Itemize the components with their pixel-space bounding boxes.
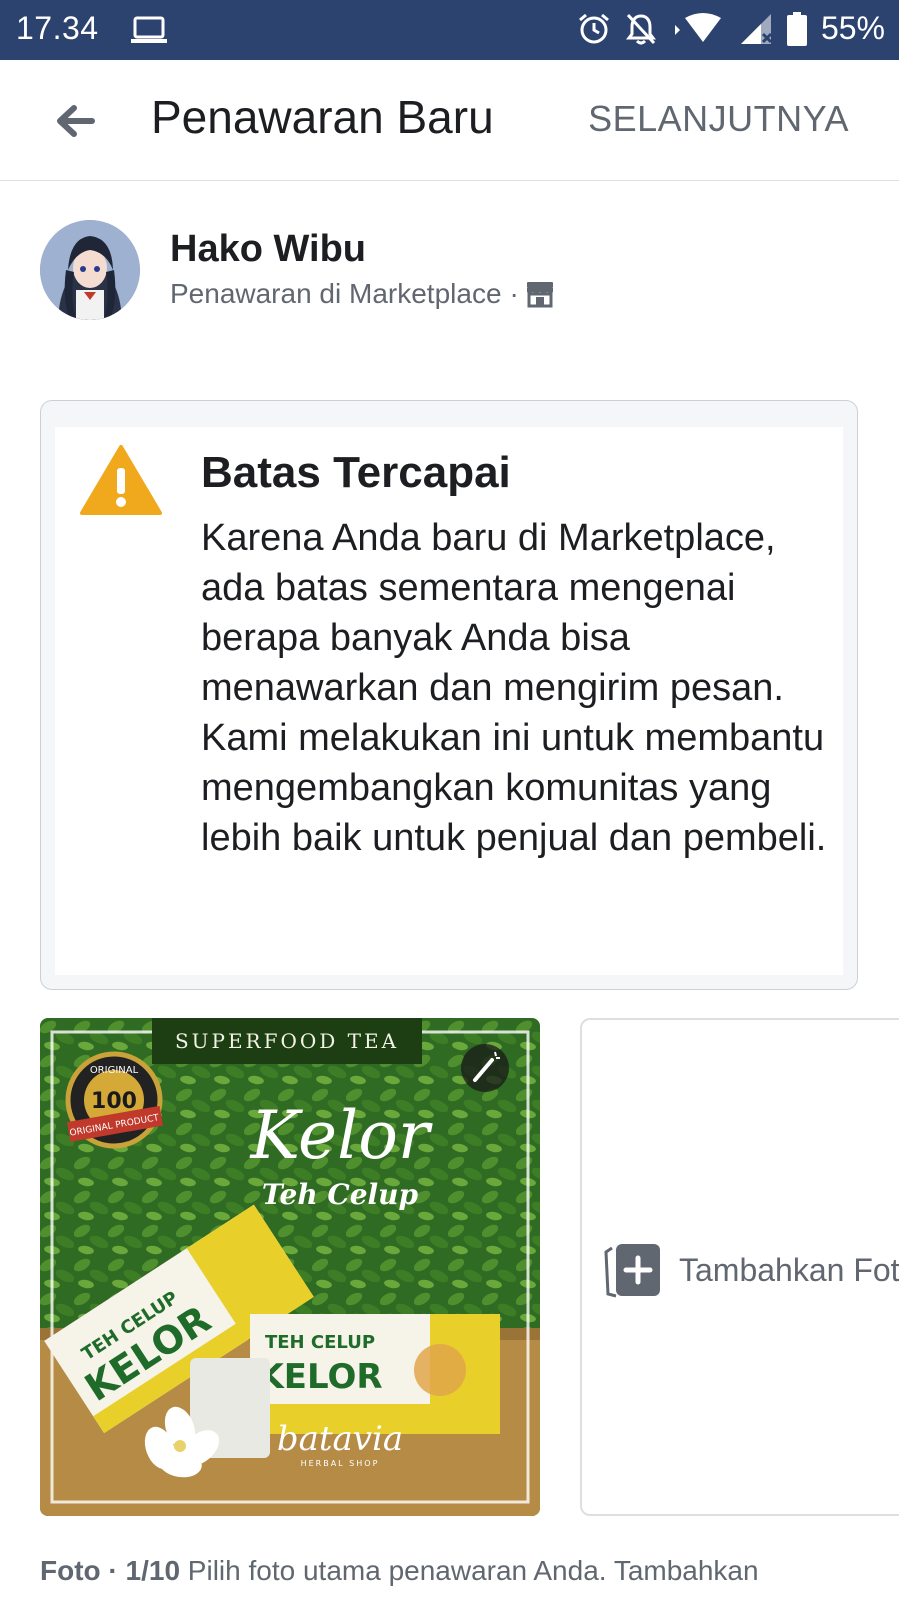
separator-dot: ·	[509, 278, 519, 309]
warning-icon	[80, 445, 162, 515]
storefront-icon	[526, 282, 553, 308]
profile-subtitle: Penawaran di Marketplace ·	[170, 278, 555, 310]
next-button[interactable]: SELANJUTNYA	[588, 98, 849, 140]
status-time: 17.34	[16, 10, 99, 46]
badge-number: 100	[91, 1089, 137, 1114]
add-photo-button[interactable]: Tambahkan Foto	[580, 1018, 899, 1516]
page-title: Penawaran Baru	[151, 91, 494, 143]
product-photo[interactable]: SUPERFOOD TEA ORIGINAL 100 ORIGINAL PROD…	[40, 1018, 540, 1516]
battery-icon	[786, 11, 807, 46]
profile-name: Hako Wibu	[170, 228, 366, 270]
signal-icon	[740, 13, 773, 44]
box-right-line2: KELOR	[257, 1357, 382, 1397]
app-header: Penawaran Baru SELANJUTNYA	[0, 60, 899, 181]
status-bar: 17.34 55%	[0, 0, 899, 60]
listing-type-label: Penawaran di Marketplace	[170, 278, 502, 309]
add-photo-icon	[604, 1244, 660, 1298]
add-photo-label: Tambahkan Foto	[679, 1252, 899, 1288]
warning-message: Karena Anda baru di Marketplace, ada bat…	[201, 517, 827, 859]
photo-count: 1/10	[125, 1555, 181, 1586]
photo-label: Foto	[40, 1555, 101, 1586]
avatar	[40, 220, 140, 320]
photo-brand: batavia	[277, 1419, 403, 1459]
badge-top-text: ORIGINAL	[90, 1065, 139, 1076]
status-icons: 55%	[577, 10, 885, 47]
warning-title: Batas Tercapai	[201, 448, 511, 497]
back-arrow-icon[interactable]	[50, 96, 100, 146]
photo-help-description: Pilih foto utama penawaran Anda. Tambahk…	[180, 1555, 759, 1586]
photo-subtitle: Teh Celup	[262, 1178, 419, 1211]
photo-script-title: Kelor	[250, 1097, 433, 1174]
photo-separator: ·	[100, 1555, 126, 1586]
alarm-icon	[578, 13, 609, 43]
laptop-icon	[131, 16, 167, 43]
wifi-icon	[674, 12, 721, 42]
photo-help-text: Foto · 1/10 Pilih foto utama penawaran A…	[40, 1548, 880, 1594]
notifications-off-icon	[625, 13, 656, 44]
box-right-line1: TEH CELUP	[265, 1332, 375, 1353]
photo-banner-text: SUPERFOOD TEA	[175, 1029, 399, 1053]
battery-percentage: 55%	[820, 10, 885, 46]
photo-brand-sub: HERBAL SHOP	[301, 1459, 380, 1468]
